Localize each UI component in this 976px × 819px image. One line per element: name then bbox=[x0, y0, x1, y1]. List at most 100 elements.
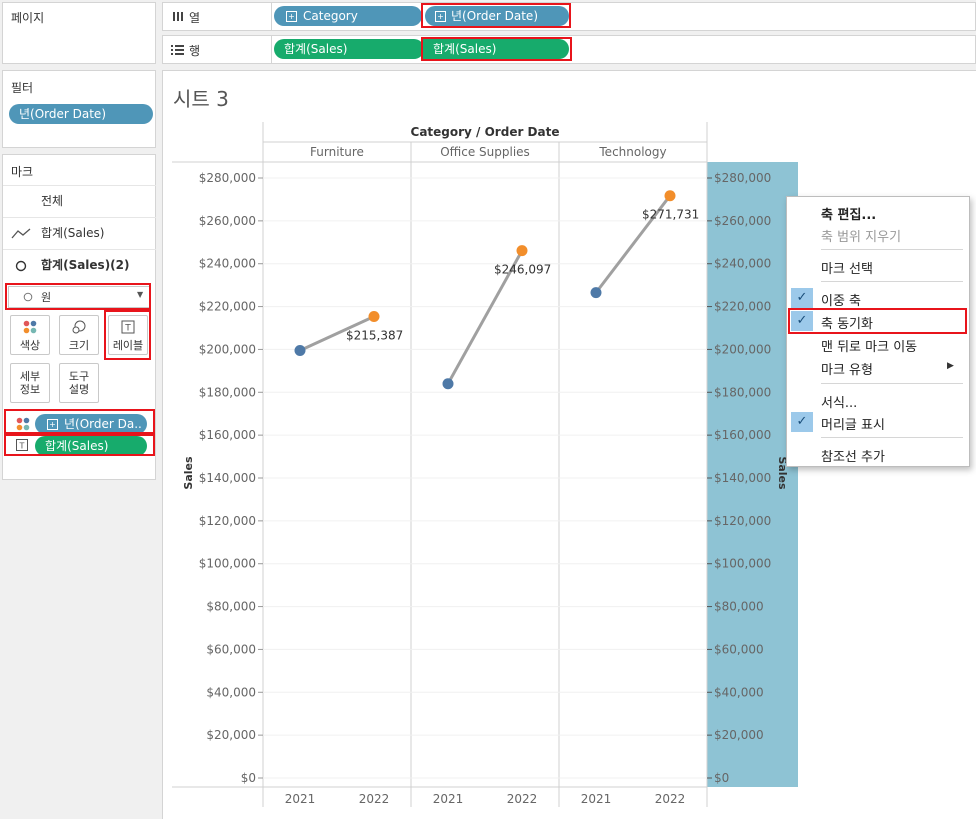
annotation-box-color-field bbox=[4, 409, 155, 434]
series-group: $215,387 $246,097 $271,731 bbox=[294, 190, 699, 390]
left-axis-tick-label: $220,000 bbox=[199, 300, 256, 314]
x-axis-labels: 2021 2022 2021 2022 2021 2022 bbox=[285, 792, 686, 806]
menu-item-edit-axis[interactable]: 축 편집... bbox=[821, 204, 876, 223]
color-card-label: 색상 bbox=[19, 339, 41, 352]
left-axis-tick-label: $80,000 bbox=[206, 600, 256, 614]
data-label: $271,731 bbox=[642, 208, 699, 222]
annotation-box-label-field bbox=[4, 434, 155, 456]
data-point-2022[interactable] bbox=[516, 245, 528, 257]
header-category-office-supplies[interactable]: Office Supplies bbox=[440, 145, 530, 159]
menu-item-dual-axis[interactable]: 이중 축 bbox=[821, 290, 861, 309]
tooltip-card-label-2: 설명 bbox=[68, 383, 90, 396]
header-category-furniture[interactable]: Furniture bbox=[310, 145, 364, 159]
data-point-2021[interactable] bbox=[590, 287, 602, 299]
right-axis-tick-label: $40,000 bbox=[714, 685, 764, 699]
columns-shelf-label: 열 bbox=[189, 11, 201, 25]
tooltip-card[interactable]: 도구 설명 bbox=[59, 363, 99, 403]
right-axis-tick-label: $160,000 bbox=[714, 428, 771, 442]
marks-line-card-tab[interactable]: 합계(Sales) bbox=[3, 217, 156, 249]
x-axis-year-label: 2022 bbox=[359, 792, 390, 806]
left-axis-tick-label: $200,000 bbox=[199, 342, 256, 356]
right-axis-tick-label: $220,000 bbox=[714, 300, 771, 314]
marks-label: 마크 bbox=[11, 165, 34, 179]
x-axis-year-label: 2022 bbox=[507, 792, 538, 806]
x-axis-year-label: 2021 bbox=[285, 792, 316, 806]
detail-card[interactable]: 세부 정보 bbox=[10, 363, 50, 403]
menu-item-clear-axis-range: 축 범위 지우기 bbox=[821, 230, 902, 245]
detail-card-label-2: 정보 bbox=[19, 383, 41, 396]
size-card-label: 크기 bbox=[68, 339, 90, 352]
filters-panel: 필터 년(Order Date) bbox=[2, 70, 156, 148]
left-axis-tick-label: $20,000 bbox=[206, 728, 256, 742]
detail-card-label-1: 세부 bbox=[19, 370, 41, 383]
data-point-2022[interactable] bbox=[368, 310, 380, 322]
show-header-check-icon: ✓ bbox=[791, 412, 813, 432]
header-title: Category / Order Date bbox=[411, 125, 560, 139]
menu-item-move-marks-to-back[interactable]: 맨 뒤로 마크 이동 bbox=[821, 336, 917, 355]
data-point-2021[interactable] bbox=[294, 345, 306, 356]
menu-separator bbox=[821, 249, 963, 250]
marks-line-card-label: 합계(Sales) bbox=[41, 226, 105, 240]
submenu-arrow-icon: ▶ bbox=[947, 361, 954, 371]
rows-icon bbox=[171, 45, 184, 55]
annotation-box-synchronize-axis bbox=[788, 308, 967, 334]
size-card[interactable]: 크기 bbox=[59, 315, 99, 355]
left-axis-tick-label: $40,000 bbox=[206, 685, 256, 699]
rows-pill-sales-1[interactable]: 합계(Sales) bbox=[274, 39, 424, 59]
annotation-box-columns-year bbox=[421, 3, 571, 28]
menu-separator bbox=[821, 281, 963, 282]
marks-circle-card-label: 합계(Sales)(2) bbox=[41, 258, 130, 272]
left-axis-tick-label: $180,000 bbox=[199, 385, 256, 399]
columns-pill-category[interactable]: + Category bbox=[274, 6, 422, 26]
annotation-box-rows-sales bbox=[421, 37, 572, 61]
columns-pill-category-label: Category bbox=[303, 9, 358, 23]
rows-shelf-label: 행 bbox=[189, 44, 201, 58]
right-axis[interactable]: $280,000 $260,000 $240,000 $220,000 $200,000… bbox=[707, 171, 771, 785]
x-axis-year-label: 2021 bbox=[433, 792, 464, 806]
right-axis-tick-label: $20,000 bbox=[714, 728, 764, 742]
menu-item-select-marks[interactable]: 마크 선택 bbox=[821, 258, 873, 277]
menu-item-add-reference-line[interactable]: 참조선 추가 bbox=[821, 446, 885, 465]
menu-item-mark-type[interactable]: 마크 유형 bbox=[821, 359, 873, 378]
right-axis-tick-label: $240,000 bbox=[714, 257, 771, 271]
right-axis-tick-label: $200,000 bbox=[714, 342, 771, 356]
marks-all-label: 전체 bbox=[41, 194, 64, 208]
filter-pill-year[interactable]: 년(Order Date) bbox=[9, 104, 153, 124]
left-axis-tick-label: $0 bbox=[241, 771, 256, 785]
left-axis[interactable]: $280,000 $260,000 $240,000 $220,000 $200,000… bbox=[199, 171, 263, 785]
gridlines bbox=[263, 177, 707, 779]
right-axis-tick-label: $180,000 bbox=[714, 385, 771, 399]
right-axis-tick-label: $60,000 bbox=[714, 642, 764, 656]
header-category-technology[interactable]: Technology bbox=[598, 145, 666, 159]
color-card[interactable]: 색상 bbox=[10, 315, 50, 355]
x-axis-year-label: 2022 bbox=[655, 792, 686, 806]
right-axis-tick-label: $0 bbox=[714, 771, 729, 785]
right-axis-tick-label: $280,000 bbox=[714, 171, 771, 185]
tooltip-card-label-1: 도구 bbox=[68, 370, 90, 383]
data-point-2022[interactable] bbox=[664, 190, 676, 202]
marks-all-tab[interactable]: 전체 bbox=[3, 185, 156, 217]
size-icon bbox=[72, 320, 86, 334]
marks-circle-card-tab[interactable]: 합계(Sales)(2) bbox=[3, 249, 156, 281]
menu-item-show-header[interactable]: 머리글 표시 bbox=[821, 414, 885, 433]
dual-axis-check-icon: ✓ bbox=[791, 288, 813, 308]
right-axis-tick-label: $140,000 bbox=[714, 471, 771, 485]
right-axis-tick-label: $80,000 bbox=[714, 600, 764, 614]
color-dots-icon bbox=[23, 320, 37, 334]
right-axis-tick-label: $100,000 bbox=[714, 557, 771, 571]
menu-item-format[interactable]: 서식... bbox=[821, 392, 857, 411]
left-axis-tick-label: $280,000 bbox=[199, 171, 256, 185]
left-axis-tick-label: $260,000 bbox=[199, 214, 256, 228]
left-axis-tick-label: $140,000 bbox=[199, 471, 256, 485]
shelf-divider bbox=[271, 36, 272, 64]
right-axis-tick-label: $260,000 bbox=[714, 214, 771, 228]
data-point-2021[interactable] bbox=[442, 378, 454, 390]
pages-panel: 페이지 bbox=[2, 2, 156, 64]
annotation-box-mark-type bbox=[5, 283, 151, 310]
data-label: $246,097 bbox=[494, 263, 551, 277]
data-label: $215,387 bbox=[346, 328, 403, 342]
left-axis-tick-label: $120,000 bbox=[199, 514, 256, 528]
x-axis-year-label: 2021 bbox=[581, 792, 612, 806]
left-axis-tick-label: $100,000 bbox=[199, 557, 256, 571]
line-mark-icon bbox=[11, 228, 31, 239]
